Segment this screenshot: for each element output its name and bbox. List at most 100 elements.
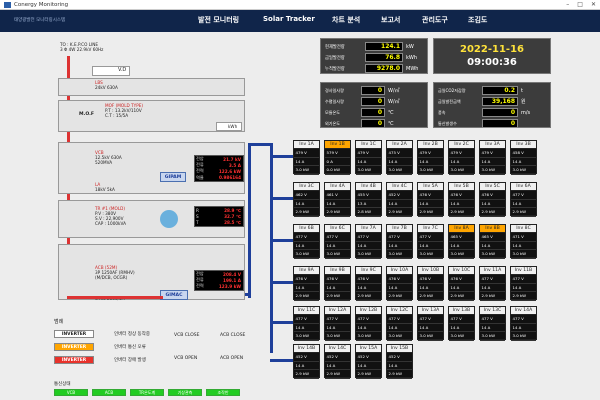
inverter-card[interactable]: Inv 11B 477 V 14 A 2.9 kW [510, 266, 537, 301]
gipam-tag[interactable]: GIPAM [160, 172, 186, 182]
reading-value: 475 V [388, 150, 400, 156]
inverter-card[interactable]: Inv 14B 452 V 14 A 2.9 kW [293, 344, 320, 379]
inverter-reading: 14 A [325, 200, 350, 209]
inverter-card[interactable]: Inv 2C 479 V 14 A 3.0 kW [448, 140, 475, 175]
inverter-name: Inv 10A [387, 267, 412, 275]
inverter-card[interactable]: Inv 10A 476 V 14 A 2.9 kW [386, 266, 413, 301]
reading-value: 477 V [512, 276, 524, 282]
inverter-card[interactable]: Inv 10C 476 V 14 A 2.9 kW [448, 266, 475, 301]
reading-value: 14 A [295, 242, 305, 248]
inverter-reading: 14 A [480, 200, 505, 209]
reading-value: 3.0 kW [388, 167, 403, 173]
acb-close-legend: ACB CLOSE [220, 333, 246, 338]
to-line-spec: 3 Φ 4W 22.9kV 60Hz [60, 47, 104, 52]
inverter-reading: 13 A [356, 200, 381, 209]
inverter-reading: 3.0 kW [356, 332, 381, 341]
inverter-card[interactable]: Inv 13B 477 V 14 A 3.0 kW [448, 306, 475, 341]
maximize-icon[interactable]: □ [577, 1, 583, 8]
legend-desc-1: 인버터 통신 오류 [114, 345, 146, 350]
inverter-card[interactable]: Inv 8B 465 V 14 A 3.0 kW [479, 224, 506, 259]
reading-value: 3.0 kW [326, 251, 341, 257]
inverter-reading: 14 A [325, 284, 350, 293]
meter-key: T [196, 219, 199, 225]
inverter-card[interactable]: Inv 14C 452 V 14 A 2.9 kW [324, 344, 351, 379]
inverter-card[interactable]: Inv 4A 461 V 14 A 2.9 kW [324, 182, 351, 217]
inverter-card[interactable]: Inv 4C 452 V 14 A 2.9 kW [386, 182, 413, 217]
inverter-card[interactable]: Inv 9C 476 V 14 A 2.9 kW [355, 266, 382, 301]
reading-value: 2.9 kW [326, 371, 341, 377]
nav-tab-5[interactable]: 조김도 [468, 15, 487, 25]
inverter-card[interactable]: Inv 6A 477 V 14 A 2.9 kW [510, 182, 537, 217]
nav-tab-4[interactable]: 관리도구 [422, 15, 448, 25]
inverter-card[interactable]: Inv 12B 477 V 14 A 3.0 kW [355, 306, 382, 341]
inverter-reading: 14 A [325, 242, 350, 251]
inverter-card[interactable]: Inv 3B 458 V 14 A 3.0 kW [510, 140, 537, 175]
inverter-card[interactable]: Inv 3C 462 V 14 A 2.9 kW [293, 182, 320, 217]
inverter-card[interactable]: Inv 14A 477 V 14 A 3.0 kW [510, 306, 537, 341]
inverter-card[interactable]: Inv 7C 477 V 14 A 3.0 kW [417, 224, 444, 259]
reading-value: 2.8 kW [357, 209, 372, 215]
inverter-card[interactable]: Inv 5C 476 V 14 A 2.9 kW [479, 182, 506, 217]
inverter-card[interactable]: Inv 10B 476 V 14 A 2.9 kW [417, 266, 444, 301]
inverter-card[interactable]: Inv 9A 476 V 14 A 2.9 kW [293, 266, 320, 301]
stat-row: 경사일사량 0 W/㎡ [325, 86, 400, 95]
inverter-card[interactable]: Inv 5B 476 V 14 A 2.9 kW [448, 182, 475, 217]
minimize-icon[interactable]: – [566, 1, 569, 8]
inverter-name: Inv 4A [325, 183, 350, 191]
inverter-card[interactable]: Inv 1C 479 V 14 A 3.0 kW [355, 140, 382, 175]
inverter-card[interactable]: Inv 13C 477 V 14 A 3.0 kW [479, 306, 506, 341]
reading-value: 477 V [512, 192, 524, 198]
inverter-card[interactable]: Inv 12C 477 V 14 A 3.0 kW [386, 306, 413, 341]
inverter-card[interactable]: Inv 8C 471 V 14 A 3.0 kW [510, 224, 537, 259]
inverter-card[interactable]: Inv 15B 452 V 14 A 2.9 kW [386, 344, 413, 379]
inverter-card[interactable]: Inv 4B 455 V 13 A 2.8 kW [355, 182, 382, 217]
gimac-tag[interactable]: GIMAC [160, 290, 188, 300]
inverter-card[interactable]: Inv 15A 452 V 14 A 2.9 kW [355, 344, 382, 379]
reading-value: 477 V [481, 316, 493, 322]
inverter-name: Inv 3B [511, 141, 536, 149]
inverter-card[interactable]: Inv 8A 465 V 14 A 3.0 kW [448, 224, 475, 259]
reading-value: 3.0 kW [481, 251, 496, 257]
inverter-card[interactable]: Inv 5A 476 V 14 A 2.9 kW [417, 182, 444, 217]
inverter-card[interactable]: Inv 11C 477 V 14 A 3.0 kW [293, 306, 320, 341]
nav-tab-0[interactable]: 발전 모니터링 [198, 15, 239, 25]
inverter-reading: 477 V [511, 315, 536, 324]
inverter-card[interactable]: Inv 7A 477 V 14 A 3.0 kW [355, 224, 382, 259]
power-unit: MWh [406, 65, 419, 72]
stat-label: 외기온도 [325, 120, 341, 126]
inverter-reading: 476 V [294, 275, 319, 284]
inverter-card[interactable]: Inv 12A 477 V 14 A 3.0 kW [324, 306, 351, 341]
reading-value: 477 V [357, 234, 369, 240]
inverter-reading: 14 A [511, 200, 536, 209]
inverter-card[interactable]: Inv 2B 479 V 14 A 3.0 kW [417, 140, 444, 175]
inverter-reading: 476 V [449, 191, 474, 200]
inverter-card[interactable]: Inv 1A 479 V 14 A 3.0 kW [293, 140, 320, 175]
inverter-reading: 14 A [449, 158, 474, 167]
reading-value: 477 V [388, 234, 400, 240]
meter-value: 208.4 V [223, 271, 241, 277]
inverter-card[interactable]: Inv 6B 477 V 14 A 3.0 kW [293, 224, 320, 259]
inverter-reading: 2.9 kW [387, 292, 412, 301]
reading-value: 14 A [357, 362, 367, 368]
nav-tab-2[interactable]: 차트 분석 [332, 15, 360, 25]
reading-value: 477 V [419, 316, 431, 322]
inverter-card[interactable]: Inv 7B 477 V 14 A 3.0 kW [386, 224, 413, 259]
nav-tab-1[interactable]: Solar Tracker [263, 15, 315, 23]
inverter-card[interactable]: Inv 9B 476 V 14 A 2.9 kW [324, 266, 351, 301]
inverter-card[interactable]: Inv 3A 479 V 14 A 3.0 kW [479, 140, 506, 175]
reading-value: 3.0 kW [450, 167, 465, 173]
inverter-name: Inv 2B [418, 141, 443, 149]
inverter-card[interactable]: Inv 13A 477 V 14 A 3.0 kW [417, 306, 444, 341]
inverter-name: Inv 14C [325, 345, 350, 353]
inverter-card[interactable]: Inv 2A 475 V 14 A 3.0 kW [386, 140, 413, 175]
inverter-card[interactable]: Inv 6C 477 V 14 A 3.0 kW [324, 224, 351, 259]
inverter-card[interactable]: Inv 11A 477 V 14 A 2.9 kW [479, 266, 506, 301]
inverter-reading: 3.0 kW [511, 166, 536, 175]
close-icon[interactable]: ✕ [591, 1, 596, 8]
reading-value: 2.9 kW [512, 209, 527, 215]
reading-value: 14 A [388, 242, 398, 248]
inverter-card[interactable]: Inv 1B 579 V 0 A 0.0 kW [324, 140, 351, 175]
nav-tab-3[interactable]: 보고서 [381, 15, 400, 25]
meter-key: 역율 [196, 174, 204, 180]
reading-value: 452 V [388, 192, 400, 198]
